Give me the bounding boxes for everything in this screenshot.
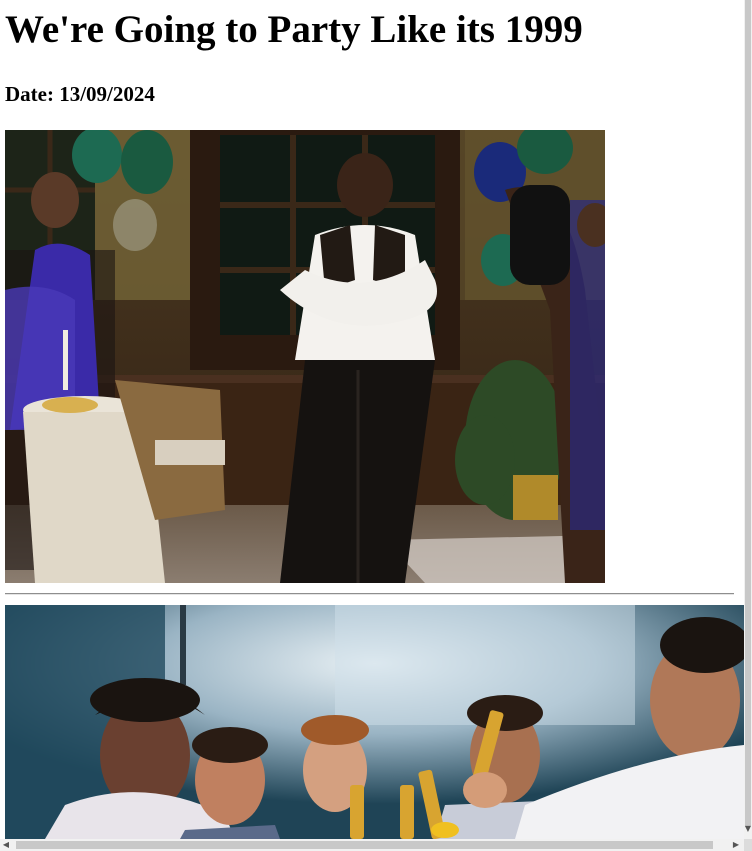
scroll-down-arrow-icon[interactable]: ▼: [744, 824, 752, 834]
friends-toast-image: [5, 605, 744, 839]
scroll-left-arrow-icon[interactable]: ◀: [0, 839, 12, 851]
dance-gif-image: [5, 130, 605, 583]
horizontal-scrollbar[interactable]: ◀ ▶: [0, 839, 744, 851]
horizontal-scrollbar-thumb[interactable]: [16, 841, 713, 849]
vertical-scrollbar[interactable]: ▼: [744, 0, 752, 839]
page-title: We're Going to Party Like its 1999: [5, 8, 583, 51]
scroll-right-arrow-icon[interactable]: ▶: [730, 839, 742, 851]
date-line: Date: 13/09/2024: [5, 82, 155, 106]
vertical-scrollbar-thumb[interactable]: [745, 0, 751, 826]
scrollbar-corner: [744, 839, 752, 851]
page-viewport: We're Going to Party Like its 1999 Date:…: [0, 0, 744, 839]
horizontal-rule: [5, 593, 734, 595]
